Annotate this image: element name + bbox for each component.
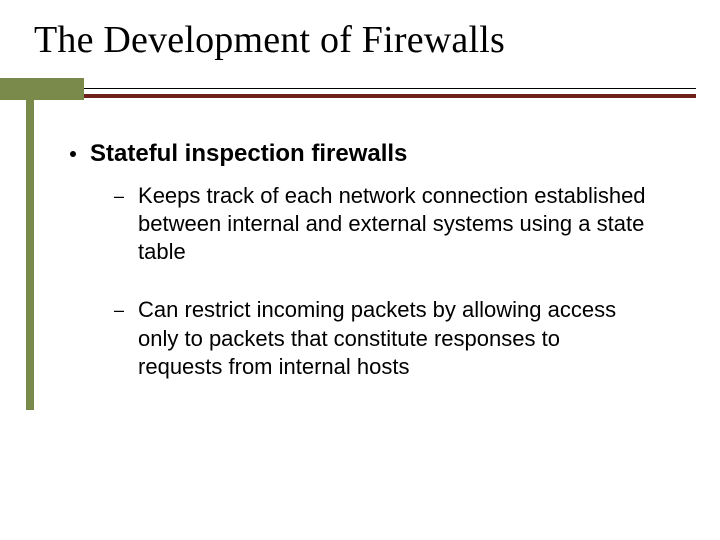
bullet-level2-text: Keeps track of each network connection e… (138, 182, 648, 266)
bullet-level1-text: Stateful inspection firewalls (90, 140, 407, 168)
accent-lines (84, 88, 696, 100)
side-accent-bar (26, 100, 34, 410)
bullet-level2-text: Can restrict incoming packets by allowin… (138, 296, 648, 380)
bullet-dash-icon: – (114, 185, 124, 208)
slide-title: The Development of Firewalls (34, 18, 505, 62)
content-area: Stateful inspection firewalls – Keeps tr… (70, 140, 680, 411)
bullet-level1: Stateful inspection firewalls (70, 140, 680, 168)
bullet-dash-icon: – (114, 299, 124, 322)
bullet-level2: – Keeps track of each network connection… (114, 182, 680, 266)
slide: The Development of Firewalls Stateful in… (0, 0, 720, 540)
accent-line-thick (84, 94, 696, 98)
accent-line-thin (84, 88, 696, 89)
accent-block (0, 78, 84, 100)
bullet-level2: – Can restrict incoming packets by allow… (114, 296, 680, 380)
bullet-dot-icon (70, 151, 76, 157)
